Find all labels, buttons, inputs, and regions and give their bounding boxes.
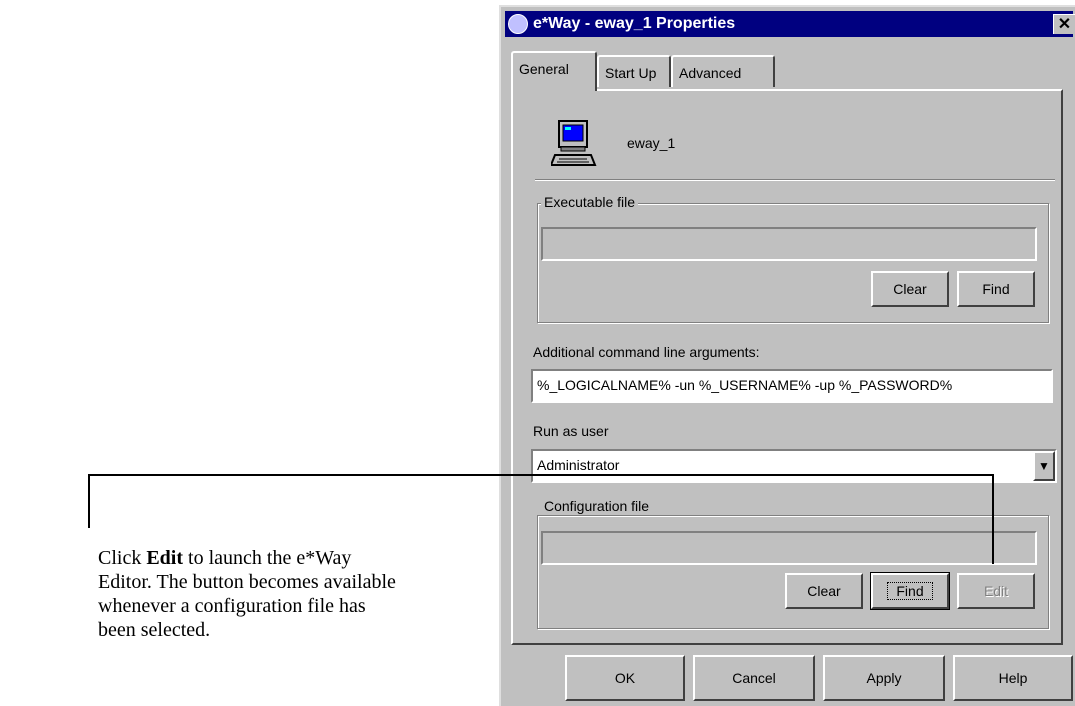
chevron-down-icon[interactable]: ▼ xyxy=(1033,451,1055,481)
callout-text: Click Edit to launch the e*Way Editor. T… xyxy=(98,547,396,641)
configuration-file-legend: Configuration file xyxy=(541,498,653,514)
globe-icon xyxy=(508,14,528,34)
config-find-label: Find xyxy=(887,582,933,600)
close-button[interactable]: ✕ xyxy=(1053,14,1075,34)
apply-button[interactable]: Apply xyxy=(823,655,945,701)
cancel-button[interactable]: Cancel xyxy=(693,655,815,701)
executable-file-field[interactable] xyxy=(541,227,1037,261)
callout-leader-vertical-left xyxy=(88,474,90,528)
executable-find-button[interactable]: Find xyxy=(957,271,1035,307)
computer-icon xyxy=(551,120,597,166)
title-bar: e*Way - eway_1 Properties ✕ xyxy=(505,11,1075,37)
run-as-user-label: Run as user xyxy=(533,423,609,439)
args-label: Additional command line arguments: xyxy=(533,344,760,360)
executable-file-legend: Executable file xyxy=(541,194,639,210)
executable-clear-button[interactable]: Clear xyxy=(871,271,949,307)
config-find-button[interactable]: Find xyxy=(870,572,950,610)
args-input[interactable]: %_LOGICALNAME% -un %_USERNAME% -up %_PAS… xyxy=(531,369,1053,403)
run-as-user-value: Administrator xyxy=(537,457,620,473)
header-separator xyxy=(535,179,1055,181)
ok-button[interactable]: OK xyxy=(565,655,685,701)
properties-dialog: e*Way - eway_1 Properties ✕ General Star… xyxy=(499,5,1075,706)
component-name: eway_1 xyxy=(627,135,676,151)
window-title: e*Way - eway_1 Properties xyxy=(533,15,736,32)
tab-general[interactable]: General xyxy=(511,51,597,91)
callout-leader-horizontal xyxy=(88,474,994,476)
configuration-file-field[interactable] xyxy=(541,531,1037,565)
run-as-user-select[interactable]: Administrator ▼ xyxy=(531,449,1057,483)
help-button[interactable]: Help xyxy=(953,655,1073,701)
config-edit-button[interactable]: Edit xyxy=(957,573,1035,609)
tab-start-up[interactable]: Start Up xyxy=(597,55,671,87)
callout-leader-vertical-right xyxy=(992,474,994,564)
tab-advanced[interactable]: Advanced xyxy=(671,55,775,87)
config-clear-button[interactable]: Clear xyxy=(785,573,863,609)
